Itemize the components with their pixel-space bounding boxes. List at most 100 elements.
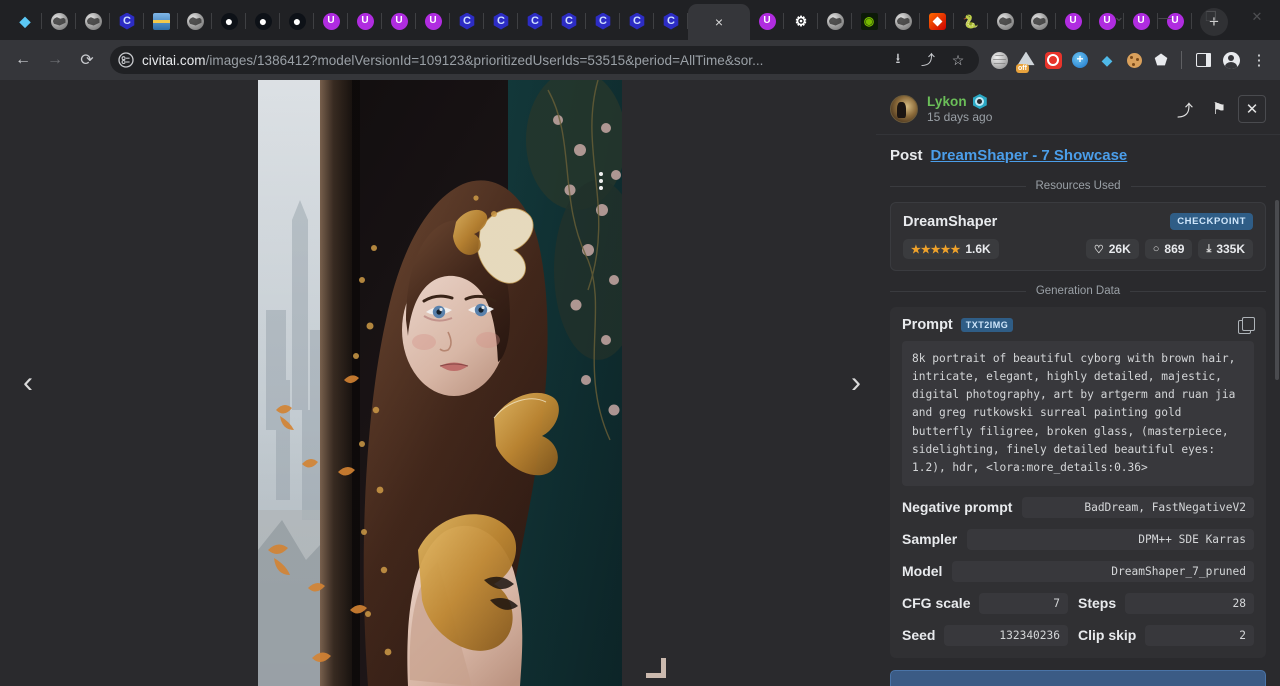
tab-civitai-2[interactable]: C [450, 4, 484, 38]
user-info: Lykon 15 days ago [927, 94, 1161, 124]
tab-globe-2[interactable] [76, 4, 110, 38]
minimize-button[interactable]: — [1142, 0, 1188, 34]
translate-extension-icon-button[interactable] [987, 48, 1011, 72]
maximize-button[interactable]: ❐ [1188, 0, 1234, 34]
heart-icon: ♡ [1094, 243, 1104, 256]
tab-globe-4[interactable] [818, 4, 852, 38]
resources-section-header: Resources Used [890, 180, 1266, 192]
tab-search-icon[interactable]: ⌄ [1096, 0, 1142, 34]
copy-icon[interactable] [1238, 317, 1254, 333]
tab-globe-7[interactable] [1022, 4, 1056, 38]
post-link[interactable]: DreamShaper - 7 Showcase [931, 147, 1128, 164]
tab-settings[interactable]: ⚙ [784, 4, 818, 38]
side-panel-button[interactable] [1190, 47, 1216, 73]
reload-button[interactable]: ⟳ [72, 45, 102, 75]
install-app-icon[interactable]: ⭳ [887, 49, 909, 71]
close-icon[interactable]: × [715, 15, 723, 29]
next-image-button[interactable]: › [836, 363, 876, 403]
downloads-pill[interactable]: ⤓ 335K [1198, 239, 1253, 259]
tab-github-1[interactable]: ● [212, 4, 246, 38]
resource-card[interactable]: DreamShaper CHECKPOINT ★★★★★ 1.6K ♡ 26K [890, 202, 1266, 271]
tab-github-2[interactable]: ● [246, 4, 280, 38]
tab-github-3[interactable]: ● [280, 4, 314, 38]
param-value[interactable]: 7 [979, 593, 1068, 614]
previous-image-button[interactable]: ‹ [8, 363, 48, 403]
active-tab[interactable]: × [688, 4, 750, 40]
address-bar[interactable]: civitai.com/images/1386412?modelVersionI… [110, 46, 979, 74]
param-label: Steps [1078, 595, 1116, 611]
tab-globe-6[interactable] [988, 4, 1022, 38]
bookmark-star-icon[interactable]: ☆ [947, 49, 969, 71]
likes-pill[interactable]: ♡ 26K [1086, 239, 1139, 259]
tab-strip: ◆C●●●UUUUCCCCCCC × U⚙◉🐍UUUU + ⌄ — ❐ ✕ [0, 0, 1280, 40]
tab-u-5[interactable]: U [750, 4, 784, 38]
param-value[interactable]: 2 [1145, 625, 1254, 646]
back-button[interactable]: ← [8, 45, 38, 75]
tab-globe-5[interactable] [886, 4, 920, 38]
add-extension-icon-button[interactable]: + [1068, 48, 1092, 72]
resource-name[interactable]: DreamShaper [903, 214, 997, 230]
site-info-icon[interactable] [118, 52, 134, 68]
tab-civitai-3[interactable]: C [484, 4, 518, 38]
sidebar-scrollbar[interactable] [1274, 80, 1280, 686]
tab-u-2[interactable]: U [348, 4, 382, 38]
u-icon: U [323, 13, 340, 30]
tab-chest[interactable] [144, 4, 178, 38]
profile-avatar-button[interactable] [1218, 47, 1244, 73]
tab-civitai-8[interactable]: C [654, 4, 688, 38]
u-icon: U [1065, 13, 1082, 30]
generated-artwork [258, 80, 622, 686]
url-text[interactable]: civitai.com/images/1386412?modelVersionI… [142, 53, 879, 68]
param-value[interactable]: 132340236 [944, 625, 1068, 646]
toolbar-divider [1181, 51, 1182, 69]
artwork-container[interactable] [258, 80, 622, 686]
off-badge: off [1016, 64, 1029, 73]
tab-u-4[interactable]: U [416, 4, 450, 38]
param-row-split: CFG scale7Steps28 [902, 593, 1254, 614]
tab-globe-3[interactable] [178, 4, 212, 38]
share-link-icon[interactable]: ⤴ [917, 49, 939, 71]
tab-civitai-4[interactable]: C [518, 4, 552, 38]
share-icon[interactable]: ⤴ [1170, 94, 1200, 124]
comments-pill[interactable]: ○ 869 [1145, 239, 1193, 259]
tab-gems[interactable]: ◆ [8, 4, 42, 38]
report-flag-icon[interactable]: ⚑ [1204, 94, 1234, 124]
tab-u-3[interactable]: U [382, 4, 416, 38]
civitai-icon: C [527, 13, 544, 30]
username-link[interactable]: Lykon [927, 94, 967, 109]
param-value[interactable]: 28 [1125, 593, 1254, 614]
user-avatar[interactable] [890, 95, 918, 123]
tab-civitai-5[interactable]: C [552, 4, 586, 38]
scrollbar-thumb[interactable] [1275, 200, 1279, 380]
param-value[interactable]: DPM++ SDE Karras [967, 529, 1254, 550]
prompt-text[interactable]: 8k portrait of beautiful cyborg with bro… [902, 341, 1254, 486]
extensions-puzzle-icon-button[interactable]: ⬟ [1149, 48, 1173, 72]
downloads-count: 335K [1216, 242, 1245, 256]
tab-civitai-1[interactable]: C [110, 4, 144, 38]
tab-nvidia[interactable]: ◉ [852, 4, 886, 38]
gear-icon: ⚙ [793, 13, 810, 30]
close-window-button[interactable]: ✕ [1234, 0, 1280, 34]
civitai-icon: C [663, 13, 680, 30]
cookie-extension-icon-button[interactable] [1122, 48, 1146, 72]
rating-pill[interactable]: ★★★★★ 1.6K [903, 239, 999, 259]
adblock-off-extension-icon-button[interactable]: off [1014, 48, 1038, 72]
screen-recorder-extension-icon-button[interactable] [1041, 48, 1065, 72]
u-icon: U [391, 13, 408, 30]
civitai-icon: C [561, 13, 578, 30]
tab-u-6[interactable]: U [1056, 4, 1090, 38]
tab-paint[interactable] [920, 4, 954, 38]
tab-python[interactable]: 🐍 [954, 4, 988, 38]
tab-globe-1[interactable] [42, 4, 76, 38]
tab-civitai-6[interactable]: C [586, 4, 620, 38]
param-value[interactable]: DreamShaper_7_pruned [952, 561, 1254, 582]
generate-button[interactable] [890, 670, 1266, 686]
close-sidebar-button[interactable]: ✕ [1238, 95, 1266, 123]
browser-menu-button[interactable]: ⋮ [1246, 47, 1272, 73]
tab-u-1[interactable]: U [314, 4, 348, 38]
gems-extension-icon-button[interactable]: ◆ [1095, 48, 1119, 72]
param-value[interactable]: BadDream, FastNegativeV2 [1022, 497, 1254, 518]
image-options-menu-button[interactable] [588, 166, 614, 196]
forward-button[interactable]: → [40, 45, 70, 75]
tab-civitai-7[interactable]: C [620, 4, 654, 38]
